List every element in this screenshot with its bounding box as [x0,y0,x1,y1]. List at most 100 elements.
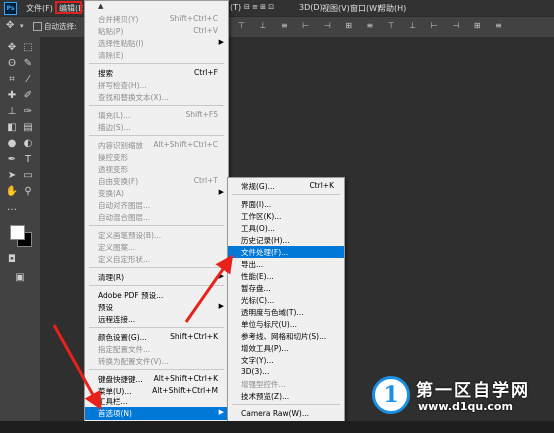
history-brush-icon[interactable]: ✑ [21,105,35,119]
clone-stamp-icon[interactable]: ⊥ [5,105,19,119]
menu-item-auto-blend-layers[interactable]: 自动混合图层... [85,211,228,223]
edit-menu-annotation-box [55,1,82,14]
pref-3d[interactable]: 3D(3)... [228,366,344,378]
menu-item-stroke[interactable]: 描边(S)... [85,121,228,133]
submenu-arrow-icon: ▶ [218,188,224,196]
pref-units-rulers[interactable]: 单位与标尺(U)... [228,318,344,330]
shape-tool-icon[interactable]: ▭ [21,169,35,183]
hand-tool-icon[interactable]: ✋ [5,185,19,199]
menu-item-fill[interactable]: 填充(L)... Shift+F5 [85,109,228,121]
watermark-logo-icon: 1 [372,376,410,414]
taskbar [0,421,554,433]
path-select-icon[interactable]: ➤ [5,169,19,183]
pref-general[interactable]: 常规(G)... Ctrl+K [228,180,344,192]
marquee-tool-icon[interactable]: ⬚ [21,41,35,55]
site-watermark: 1 第一区自学网 www.d1qu.com [372,372,554,422]
blur-icon[interactable]: ● [5,137,19,151]
menu-item-spell-check[interactable]: 拼写检查(H)... [85,79,228,91]
menu-separator [89,267,224,268]
align-icons[interactable]: ⊤ ⊥ ≡ ⊢ ⊣ ⊞ ≡ ⊤ ⊥ ⊢ ⊣ ⊞ ≡ [238,21,508,30]
menu-item-free-transform[interactable]: 自由变换(F) Ctrl+T [85,175,228,187]
menu-item-transform[interactable]: 变换(A) ▶ [85,187,228,199]
menu-item-find-replace[interactable]: 查找和替换文本(X)... [85,91,228,103]
menu-item-purge[interactable]: 清理(R) ▶ [85,271,228,283]
pref-history-log[interactable]: 历史记录(H)... [228,234,344,246]
more-tools-icon[interactable]: … [5,201,19,215]
pref-tools[interactable]: 工具(O)... [228,222,344,234]
pref-camera-raw[interactable]: Camera Raw(W)... [228,408,344,420]
dodge-icon[interactable]: ◐ [21,137,35,151]
menu-item-search[interactable]: 搜索 Ctrl+F [85,67,228,79]
menu-separator [89,63,224,64]
pref-plugins[interactable]: 增效工具(P)... [228,342,344,354]
menu-type[interactable]: (T) [230,3,241,12]
auto-select-checkbox[interactable] [33,22,42,31]
menu-file[interactable]: 文件(F) [26,3,53,14]
menu-item-remote-connections[interactable]: 远程连接... [85,313,228,325]
menu-item-puppet-warp[interactable]: 操控变形 [85,151,228,163]
chevron-down-icon[interactable]: ▾ [20,22,24,30]
foreground-color-swatch[interactable] [10,225,25,240]
gradient-icon[interactable]: ▤ [21,121,35,135]
menu-separator [89,225,224,226]
menu-item-merge-copy[interactable]: 合并拷贝(Y) Shift+Ctrl+C [85,13,228,25]
menu-separator [89,105,224,106]
pen-tool-icon[interactable]: ✒ [5,153,19,167]
pref-cursors[interactable]: 光标(C)... [228,294,344,306]
watermark-title: 第一区自学网 [416,381,530,401]
pref-technology-previews[interactable]: 技术预览(Z)... [228,390,344,402]
type-tool-icon[interactable]: T [21,153,35,167]
pref-export[interactable]: 导出... [228,258,344,270]
eyedropper-icon[interactable]: ⁄ [21,73,35,87]
pref-type[interactable]: 文字(Y)... [228,354,344,366]
menu-item-assign-profile[interactable]: 指定配置文件... [85,343,228,355]
eraser-icon[interactable]: ◧ [5,121,19,135]
pref-file-handling[interactable]: 文件处理(F)... [228,246,344,258]
menu-3d[interactable]: 3D(D) [299,3,323,12]
zoom-tool-icon[interactable]: ⚲ [21,185,35,199]
menu-view[interactable]: 视图(V) [322,3,350,14]
menu-item-presets[interactable]: 预设 ▶ [85,301,228,313]
healing-brush-icon[interactable]: ✚ [5,89,19,103]
scroll-up-arrow-icon[interactable]: ▲ [98,2,103,10]
menu-item-paste-special[interactable]: 选择性粘贴(I) ▶ [85,37,228,49]
quick-select-icon[interactable]: ✎ [21,57,35,71]
menu-item-preferences[interactable]: 首选项(N) ▶ [85,407,228,420]
pref-workspace[interactable]: 工作区(K)... [228,210,344,222]
menu-separator [89,135,224,136]
photoshop-logo-icon: Ps [4,2,17,15]
pref-scratch-disks[interactable]: 暂存盘... [228,282,344,294]
pref-transparency-gamut[interactable]: 透明度与色域(T)... [228,306,344,318]
pref-enhanced-controls[interactable]: 增强型控件... [228,378,344,390]
move-tool-icon[interactable]: ✥ [6,20,14,31]
pref-performance[interactable]: 性能(E)... [228,270,344,282]
menu-item-perspective-warp[interactable]: 透视变形 [85,163,228,175]
menu-item-content-aware-scale[interactable]: 内容识别缩放 Alt+Shift+Ctrl+C [85,139,228,151]
menu-window[interactable]: 窗口(W) [350,3,380,14]
lasso-tool-icon[interactable]: ʘ [5,57,19,71]
menu-separator [232,194,340,195]
menu-item-adobe-pdf-presets[interactable]: Adobe PDF 预设... [85,289,228,301]
move-tool-icon[interactable]: ✥ [5,41,19,55]
menu-help[interactable]: 帮助(H) [378,3,406,14]
menu-item-auto-align-layers[interactable]: 自动对齐图层... [85,199,228,211]
menu-item-keyboard-shortcuts[interactable]: 键盘快捷键... Alt+Shift+Ctrl+K [85,373,228,385]
menu-item-define-pattern[interactable]: 定义图案... [85,241,228,253]
menu-item-clear[interactable]: 清除(E) [85,49,228,61]
menu-item-convert-profile[interactable]: 转换为配置文件(V)... [85,355,228,367]
menu-separator [89,327,224,328]
pref-guides-grid-slices[interactable]: 参考线、网格和切片(S)... [228,330,344,342]
menu-item-paste[interactable]: 粘贴(P) Ctrl+V [85,25,228,37]
brush-tool-icon[interactable]: ✐ [21,89,35,103]
menu-item-define-brush[interactable]: 定义画笔预设(B)... [85,229,228,241]
menu-item-color-settings[interactable]: 颜色设置(G)... Shift+Ctrl+K [85,331,228,343]
crop-tool-icon[interactable]: ⌗ [5,73,19,87]
pref-interface[interactable]: 界面(I)... [228,198,344,210]
menu-separator [232,404,340,405]
submenu-arrow-icon: ▶ [218,38,224,46]
menu-item-define-shape[interactable]: 定义自定形状... [85,253,228,265]
menu-item-toolbar[interactable]: 工具栏... [85,395,228,407]
submenu-arrow-icon: ▶ [218,302,224,310]
quick-mask-icon[interactable]: ◘ [5,253,19,267]
screen-mode-icon[interactable]: ▣ [13,271,27,285]
